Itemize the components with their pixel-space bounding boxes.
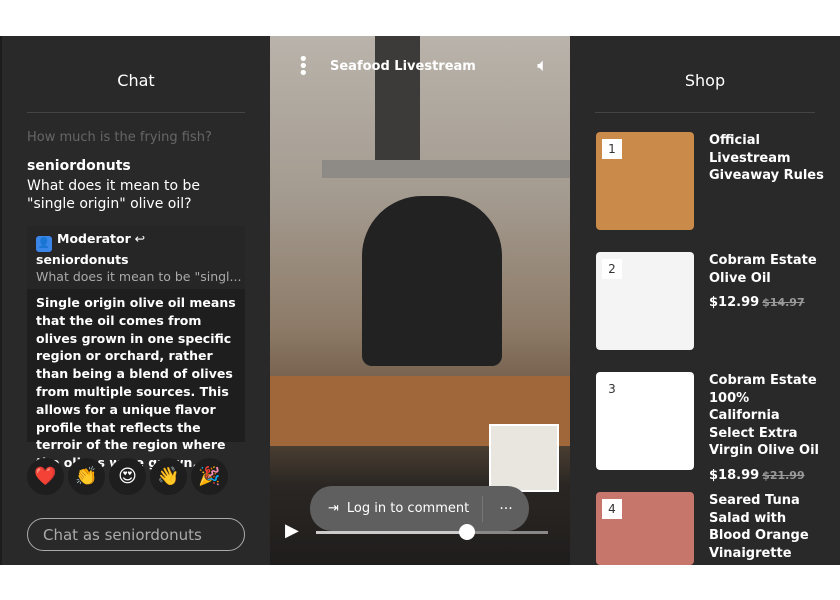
more-options-icon[interactable]: • • • — [298, 51, 309, 83]
moderator-label: Moderator — [57, 231, 131, 246]
shop-panel: Shop 1 Official Livestream Giveaway Rules… — [570, 36, 840, 565]
divider — [27, 112, 245, 113]
video-thumbnail[interactable] — [489, 424, 559, 492]
login-bar: ⇥ Log in to comment ··· — [310, 486, 529, 531]
shop-item[interactable]: 3 Cobram Estate 100% California Select Ex… — [596, 372, 824, 484]
item-number: 3 — [602, 379, 622, 399]
moderator-icon: 👤 — [36, 236, 52, 252]
login-button[interactable]: ⇥ Log in to comment — [310, 486, 482, 531]
chat-username: seniordonuts — [27, 158, 131, 174]
chat-input[interactable] — [27, 518, 245, 551]
product-name: Cobram Estate 100% California Select Ext… — [709, 373, 819, 458]
video-scene-hood — [322, 160, 570, 178]
old-price: $21.99 — [762, 468, 805, 482]
reply-to: seniordonuts — [36, 252, 129, 267]
item-number: 1 — [602, 139, 622, 159]
reaction-heart-button[interactable]: ❤️ — [27, 458, 64, 495]
chat-panel: Chat How much is the frying fish? senior… — [0, 36, 270, 565]
progress-handle[interactable] — [458, 524, 475, 540]
item-number: 2 — [602, 259, 622, 279]
progress-slider[interactable] — [316, 531, 548, 534]
sign-in-icon: ⇥ — [328, 501, 339, 516]
chat-message-faded: How much is the frying fish? — [27, 130, 212, 145]
more-button[interactable]: ··· — [483, 501, 529, 517]
product-name: Cobram Estate Olive Oil — [709, 253, 817, 286]
price: $12.99 — [709, 295, 760, 310]
shop-title: Shop — [684, 71, 726, 90]
price: $18.99 — [709, 467, 760, 483]
product-name: Seared Tuna Salad with Blood Orange Vina… — [709, 493, 809, 561]
moderator-answer: Single origin olive oil means that the o… — [36, 295, 236, 470]
reply-icon: ↩ — [134, 231, 146, 246]
reaction-heart-eyes-button[interactable]: 😍 — [109, 458, 146, 495]
login-label: Log in to comment — [346, 501, 470, 516]
reaction-wave-button[interactable]: 👋 — [150, 458, 187, 495]
divider — [595, 112, 815, 113]
reaction-party-button[interactable]: 🎉 — [191, 458, 228, 495]
product-image: 2 — [596, 252, 694, 350]
video-title: Seafood Livestream — [330, 59, 476, 74]
reactions-bar: ❤️ 👏 😍 👋 🎉 — [27, 458, 228, 495]
shop-item[interactable]: 2 Cobram Estate Olive Oil $12.99 $14.97 — [596, 252, 824, 350]
moderator-reply: 👤 Moderator ↩ seniordonuts What does it m… — [27, 226, 245, 470]
video-player[interactable]: • • • Seafood Livestream 🔈︎ ⇥ Log in to com… — [270, 36, 570, 565]
chat-message: What does it mean to be "single origin" … — [27, 178, 201, 212]
shop-item[interactable]: 1 Official Livestream Giveaway Rules — [596, 132, 824, 230]
progress-fill — [316, 531, 467, 534]
product-name: Official Livestream Giveaway Rules — [709, 133, 824, 183]
quoted-message: What does it mean to be "singl... — [27, 269, 245, 289]
item-number: 4 — [602, 499, 622, 519]
old-price: $14.97 — [762, 296, 805, 309]
reaction-clap-button[interactable]: 👏 — [68, 458, 105, 495]
video-scene-chef — [362, 196, 502, 366]
shop-item[interactable]: 4 Seared Tuna Salad with Blood Orange Vin… — [596, 492, 824, 565]
chat-title: Chat — [117, 71, 155, 90]
product-image: 4 — [596, 492, 694, 565]
product-image: 3 — [596, 372, 694, 470]
product-image: 1 — [596, 132, 694, 230]
volume-icon[interactable]: 🔈︎ — [537, 55, 548, 76]
play-icon[interactable]: ▶ — [285, 520, 299, 541]
